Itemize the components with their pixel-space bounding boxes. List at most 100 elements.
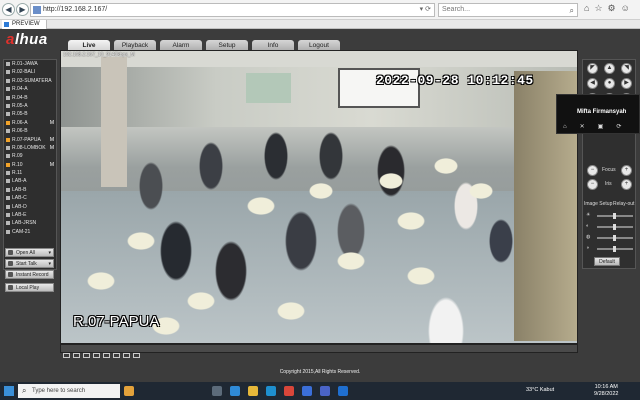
iris-plus-icon[interactable]: + bbox=[621, 179, 632, 190]
address-bar[interactable]: http://192.168.2.167/ ▾ ⟳ bbox=[30, 3, 435, 17]
layout-4-icon[interactable] bbox=[73, 353, 80, 358]
file-explorer-icon[interactable] bbox=[248, 386, 258, 396]
browser-search-placeholder: Search... bbox=[442, 6, 471, 13]
browser-tab[interactable]: PREVIEW bbox=[2, 20, 47, 29]
edge-icon[interactable] bbox=[230, 386, 240, 396]
channel-item[interactable]: R.04-A bbox=[4, 85, 56, 93]
channel-label: LAB-A bbox=[12, 178, 27, 185]
layout-9-icon[interactable] bbox=[93, 353, 100, 358]
main-stream-tag[interactable]: M bbox=[50, 119, 54, 127]
video-timestamp: 2022-09-28 10:12:45 bbox=[376, 73, 534, 88]
aspect-ratio-icon[interactable] bbox=[123, 353, 130, 358]
instant-record-button[interactable]: Instant Record bbox=[5, 270, 54, 279]
brightness-slider[interactable] bbox=[597, 213, 633, 219]
ptz-panel: ◤ ▲ ◥ ◀ ● ▶ ◣ ▼ ◢ − Focus + − Iris + Ima… bbox=[582, 59, 636, 269]
page-icon bbox=[33, 6, 41, 14]
contrast-slider[interactable] bbox=[597, 224, 633, 230]
channel-item[interactable]: R.11 bbox=[4, 169, 56, 177]
default-button[interactable]: Default bbox=[594, 257, 620, 266]
browser-actions[interactable]: ⌂☆⚙☺ bbox=[584, 3, 635, 14]
windows-start-icon[interactable] bbox=[4, 386, 14, 396]
search-icon[interactable]: ⌕ bbox=[570, 5, 574, 17]
ptz-left-icon[interactable]: ◀ bbox=[587, 78, 598, 89]
ptz-up-icon[interactable]: ▲ bbox=[604, 63, 615, 74]
channel-item[interactable]: R.07-PAPUA M bbox=[4, 136, 56, 144]
flower-widget-icon[interactable] bbox=[124, 386, 134, 396]
channel-item[interactable]: R.02-BALI bbox=[4, 68, 56, 76]
channel-item[interactable]: R.08-LOMBOK M bbox=[4, 144, 56, 152]
channel-item[interactable]: R.06-A M bbox=[4, 119, 56, 127]
channel-item[interactable]: LAB-JRSN bbox=[4, 219, 56, 227]
ptz-up-right-icon[interactable]: ◥ bbox=[621, 63, 632, 74]
chevron-down-icon[interactable]: ▾ bbox=[48, 249, 51, 257]
channel-item[interactable]: LAB-A bbox=[4, 177, 56, 185]
ptz-center-icon[interactable]: ● bbox=[604, 78, 615, 89]
refresh-icon[interactable]: ▾ ⟳ bbox=[420, 4, 431, 16]
call-controls[interactable]: ⌂✕▣⟳ bbox=[563, 123, 639, 130]
back-icon[interactable]: ◀ bbox=[2, 3, 15, 16]
refresh-icon[interactable]: ⟳ bbox=[616, 124, 634, 130]
home-icon[interactable]: ⌂ bbox=[584, 3, 594, 13]
channel-label: R.11 bbox=[12, 170, 23, 177]
chrome-icon[interactable] bbox=[284, 386, 294, 396]
channel-item[interactable]: LAB-D bbox=[4, 203, 56, 211]
internet-explorer-icon[interactable] bbox=[266, 386, 276, 396]
settings-icon[interactable]: ⚙ bbox=[608, 3, 621, 13]
task-view-icon[interactable] bbox=[212, 386, 222, 396]
channel-item[interactable]: LAB-B bbox=[4, 186, 56, 194]
mic-off-icon[interactable]: ✕ bbox=[580, 124, 598, 130]
channel-item[interactable]: R.10 M bbox=[4, 161, 56, 169]
camera-label: R.07-PAPUA bbox=[73, 313, 160, 330]
window-icon[interactable]: ⌂ bbox=[563, 124, 580, 130]
channel-item[interactable]: R.05-A bbox=[4, 102, 56, 110]
channel-item[interactable]: R.03-SUMATERA bbox=[4, 77, 56, 85]
layout-16-icon[interactable] bbox=[103, 353, 110, 358]
start-talk-button[interactable]: Start Talk ▾ bbox=[5, 259, 54, 268]
weather-widget[interactable]: 33°C Kabut bbox=[526, 387, 554, 393]
focus-minus-icon[interactable]: − bbox=[587, 165, 598, 176]
iris-minus-icon[interactable]: − bbox=[587, 179, 598, 190]
system-clock[interactable]: 10:16 AM 9/28/2022 bbox=[594, 384, 618, 398]
ptz-right-icon[interactable]: ▶ bbox=[621, 78, 632, 89]
chevron-down-icon[interactable]: ▾ bbox=[48, 260, 51, 268]
channel-item[interactable]: LAB-E bbox=[4, 211, 56, 219]
channel-label: CAM-21 bbox=[12, 228, 31, 235]
favorites-icon[interactable]: ☆ bbox=[594, 3, 607, 13]
smiley-icon[interactable]: ☺ bbox=[621, 3, 635, 13]
channel-item[interactable]: R.05-B bbox=[4, 110, 56, 118]
start-talk-label: Start Talk bbox=[16, 261, 37, 267]
channel-item[interactable]: R.09 bbox=[4, 152, 56, 160]
channel-item[interactable]: R.06-B bbox=[4, 127, 56, 135]
open-all-button[interactable]: Open All ▾ bbox=[5, 248, 54, 257]
main-stream-tag[interactable]: M bbox=[50, 136, 54, 144]
live-video-view[interactable]: 192.168.2.167_10_9140kbps_M 2022-09-28 1… bbox=[60, 50, 578, 344]
teams-icon[interactable] bbox=[320, 386, 330, 396]
channel-label: R.04-B bbox=[12, 94, 28, 101]
relay-out-label[interactable]: Relay-out bbox=[613, 201, 634, 207]
forward-icon[interactable]: ▶ bbox=[16, 3, 29, 16]
main-stream-tag[interactable]: M bbox=[50, 144, 54, 152]
taskbar-search-input[interactable]: Type here to search bbox=[18, 384, 120, 398]
layout-1-icon[interactable] bbox=[63, 353, 70, 358]
whiteboard bbox=[246, 73, 291, 103]
word-icon[interactable] bbox=[338, 386, 348, 396]
hue-icon: ◑ bbox=[586, 245, 590, 251]
layout-8-icon[interactable] bbox=[83, 353, 90, 358]
channel-item[interactable]: R.01-JAWA bbox=[4, 60, 56, 68]
channel-item[interactable]: CAM-21 bbox=[4, 228, 56, 236]
browser-search-input[interactable]: Search... ⌕ bbox=[438, 3, 578, 17]
focus-label: Focus bbox=[602, 167, 616, 173]
local-play-button[interactable]: Local Play bbox=[5, 283, 54, 292]
image-setup-label[interactable]: Image Setup bbox=[584, 201, 612, 207]
fluency-icon[interactable] bbox=[133, 353, 140, 358]
focus-plus-icon[interactable]: + bbox=[621, 165, 632, 176]
fullscreen-icon[interactable] bbox=[113, 353, 120, 358]
ptz-up-left-icon[interactable]: ◤ bbox=[587, 63, 598, 74]
saturation-slider[interactable] bbox=[597, 235, 633, 241]
main-stream-tag[interactable]: M bbox=[50, 161, 54, 169]
hue-slider[interactable] bbox=[597, 246, 633, 252]
camera-icon[interactable]: ▣ bbox=[598, 124, 617, 130]
channel-item[interactable]: R.04-B bbox=[4, 94, 56, 102]
channel-item[interactable]: LAB-C bbox=[4, 194, 56, 202]
zoom-icon[interactable] bbox=[302, 386, 312, 396]
